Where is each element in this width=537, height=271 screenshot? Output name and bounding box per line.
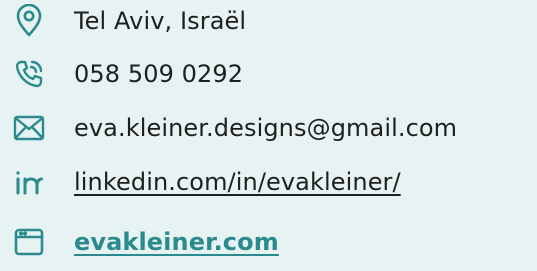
browser-window-icon bbox=[12, 225, 46, 259]
location-text: Tel Aviv, Israël bbox=[74, 7, 247, 35]
contact-email: eva.kleiner.designs@gmail.com bbox=[0, 108, 537, 148]
contact-location: Tel Aviv, Israël bbox=[0, 1, 537, 41]
map-pin-icon bbox=[12, 4, 46, 38]
website-link[interactable]: evakleiner.com bbox=[74, 226, 279, 258]
linkedin-icon bbox=[12, 165, 46, 199]
phone-text: 058 509 0292 bbox=[74, 60, 244, 88]
contact-list: Tel Aviv, Israël 058 509 0292 eva.kleine… bbox=[0, 0, 537, 271]
contact-phone: 058 509 0292 bbox=[0, 54, 537, 94]
phone-icon bbox=[12, 57, 46, 91]
email-text: eva.kleiner.designs@gmail.com bbox=[74, 114, 458, 142]
contact-website: evakleiner.com bbox=[0, 222, 537, 262]
mail-icon bbox=[12, 111, 46, 145]
linkedin-link[interactable]: linkedin.com/in/evakleiner/ bbox=[74, 166, 401, 198]
contact-linkedin: linkedin.com/in/evakleiner/ bbox=[0, 162, 537, 202]
